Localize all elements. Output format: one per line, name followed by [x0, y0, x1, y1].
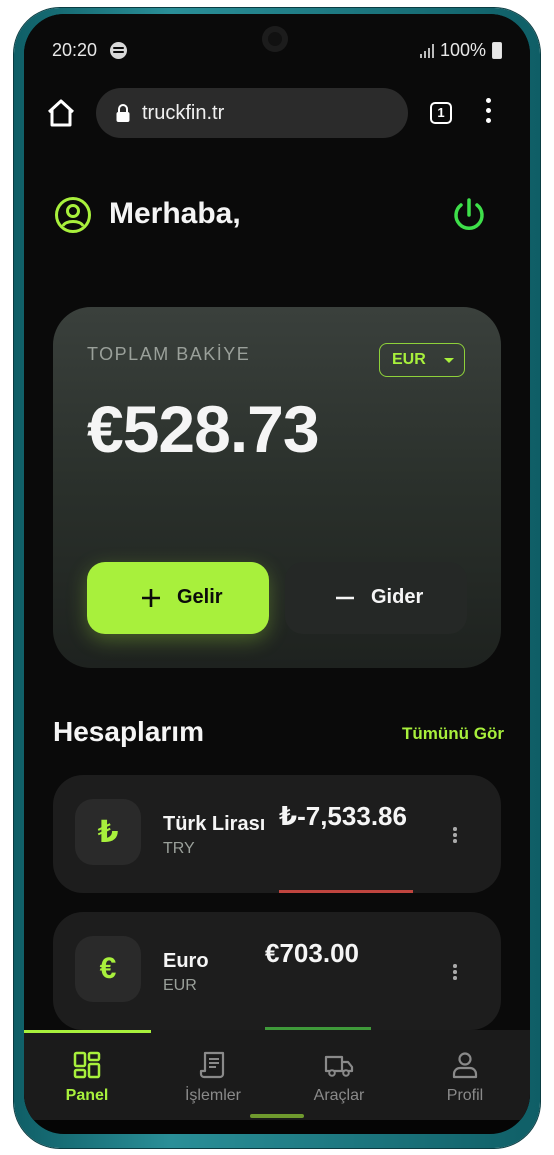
nav-label: Panel [65, 1087, 109, 1104]
account-code: TRY [163, 840, 195, 857]
account-card-try[interactable]: ₺ Türk Lirası TRY ₺-7,533.86 [53, 775, 501, 893]
account-balance-bar [279, 890, 413, 893]
currency-select-value: EUR [392, 351, 426, 368]
spotify-icon [110, 42, 127, 59]
bottom-navigation: Panel İşlemler Araçlar Profil [24, 1030, 530, 1120]
euro-icon: € [75, 936, 141, 1002]
lira-icon: ₺ [75, 799, 141, 865]
total-balance-label: TOPLAM BAKİYE [87, 344, 251, 364]
total-balance-amount: €528.73 [87, 392, 320, 466]
battery-percent: 100% [439, 40, 486, 60]
nav-item-panel[interactable]: Panel [24, 1030, 150, 1118]
gesture-bar [250, 1114, 304, 1118]
home-icon[interactable] [46, 98, 76, 128]
receipt-icon [199, 1051, 225, 1079]
battery-icon [492, 42, 502, 59]
account-more-icon[interactable] [453, 827, 457, 843]
nav-item-profile[interactable]: Profil [402, 1030, 528, 1118]
currency-select[interactable]: EUR [379, 343, 465, 377]
nav-item-vehicles[interactable]: Araçlar [276, 1030, 402, 1118]
nav-label: Profil [446, 1087, 484, 1104]
account-name: Türk Lirası [163, 813, 266, 835]
account-card-eur[interactable]: € Euro EUR €703.00 [53, 912, 501, 1030]
status-time: 20:20 [52, 40, 98, 60]
lock-icon [116, 104, 130, 122]
greeting-text: Merhaba, [109, 197, 241, 230]
income-button-label: Gelir [177, 586, 223, 608]
minus-icon [336, 596, 354, 600]
status-right: 100% [419, 40, 502, 61]
nav-label: İşlemler [184, 1087, 241, 1104]
browser-toolbar: truckfin.tr 1 [24, 84, 530, 148]
user-icon [452, 1052, 478, 1079]
account-code: EUR [163, 977, 197, 994]
tabs-icon[interactable]: 1 [430, 102, 452, 124]
caret-down-icon [444, 358, 454, 363]
truck-icon [324, 1055, 354, 1077]
income-button[interactable]: Gelir [87, 562, 269, 634]
nav-item-transactions[interactable]: İşlemler [150, 1030, 276, 1118]
account-balance: €703.00 [265, 938, 359, 968]
signal-icon [419, 43, 434, 58]
user-circle-icon [55, 197, 91, 233]
balance-card: TOPLAM BAKİYE EUR €528.73 Gelir Gider [53, 307, 501, 668]
dashboard-icon [73, 1051, 101, 1079]
front-camera [262, 26, 288, 52]
account-name: Euro [163, 950, 209, 972]
url-text: truckfin.tr [142, 102, 225, 124]
more-menu-icon[interactable] [486, 98, 492, 126]
expense-button[interactable]: Gider [285, 562, 467, 634]
url-bar[interactable]: truckfin.tr [96, 88, 408, 138]
account-balance: ₺-7,533.86 [279, 801, 407, 831]
plus-icon [142, 589, 160, 607]
accounts-section-title: Hesaplarım [53, 716, 204, 747]
app-screen: 20:20 100% truckfin.tr 1 Merhaba, TOPLAM… [24, 14, 530, 1120]
phone-screen-frame: 20:20 100% truckfin.tr 1 Merhaba, TOPLAM… [24, 14, 530, 1134]
expense-button-label: Gider [371, 586, 424, 608]
account-more-icon[interactable] [453, 964, 457, 980]
power-icon[interactable] [450, 196, 488, 234]
nav-label: Araçlar [313, 1087, 365, 1104]
see-all-link[interactable]: Tümünü Gör [402, 724, 504, 744]
